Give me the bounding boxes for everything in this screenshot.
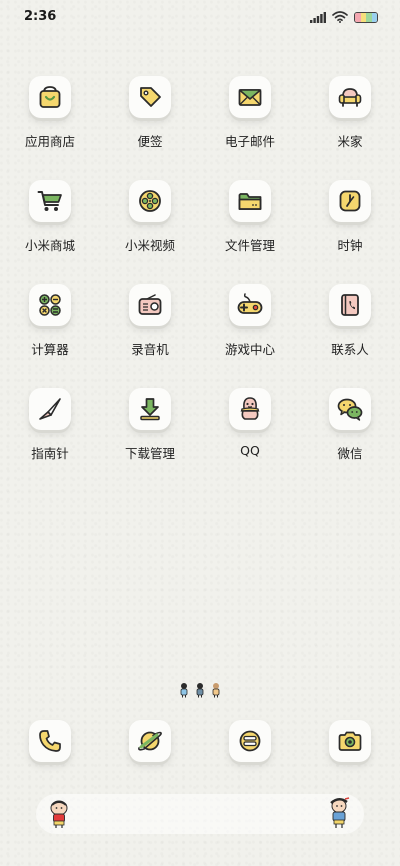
- crayon-shinchan-icon: [50, 800, 68, 828]
- dock-messages[interactable]: [200, 718, 300, 770]
- app-icon-tile: [329, 284, 371, 326]
- app-label: 指南针: [31, 446, 69, 461]
- calculator-icon: [39, 294, 61, 316]
- app-calculator[interactable]: 计算器: [0, 280, 100, 384]
- download-arrow-icon: [140, 398, 160, 421]
- app-label: 小米商城: [24, 238, 75, 253]
- app-label: 下载管理: [124, 446, 175, 461]
- dock-browser[interactable]: [100, 718, 200, 770]
- page-indicator[interactable]: [178, 680, 222, 698]
- app-icon-tile: [129, 180, 171, 222]
- compass-icon: [39, 398, 61, 420]
- shopping-cart-icon: [37, 191, 62, 211]
- app-label: 时钟: [337, 238, 363, 253]
- app-notes[interactable]: 便签: [100, 72, 200, 176]
- app-icon-tile: [29, 76, 71, 118]
- app-label: 文件管理: [224, 238, 275, 253]
- qq-penguin-icon: [240, 397, 260, 420]
- app-row: 应用商店 便签 电子邮件 米家: [0, 72, 400, 176]
- status-time: 2:36: [24, 9, 57, 24]
- app-icon-tile: [329, 388, 371, 430]
- app-mi-video[interactable]: 小米视频: [100, 176, 200, 280]
- app-app-store[interactable]: 应用商店: [0, 72, 100, 176]
- app-mi-home[interactable]: 米家: [300, 72, 400, 176]
- status-icons: [310, 10, 378, 24]
- app-label: QQ: [240, 443, 260, 458]
- dock-phone[interactable]: [0, 718, 100, 770]
- app-qq[interactable]: QQ: [200, 384, 300, 488]
- app-icon-tile: [29, 180, 71, 222]
- app-row: 计算器 录音机 游戏中心 联系人: [0, 280, 400, 384]
- message-icon: [239, 730, 261, 752]
- status-bar: 2:36: [0, 0, 400, 34]
- app-icon-tile: [329, 180, 371, 222]
- app-icon-tile: [129, 720, 171, 762]
- browser-planet-icon: [138, 731, 162, 751]
- app-email[interactable]: 电子邮件: [200, 72, 300, 176]
- crayon-shinchan-icon: [330, 797, 350, 828]
- app-icon-tile: [29, 720, 71, 762]
- clock-icon: [339, 190, 361, 212]
- dock-camera[interactable]: [300, 718, 400, 770]
- app-file-manager[interactable]: 文件管理: [200, 176, 300, 280]
- app-wechat[interactable]: 微信: [300, 384, 400, 488]
- wifi-icon: [332, 11, 348, 23]
- envelope-icon: [238, 89, 262, 106]
- app-mi-store[interactable]: 小米商城: [0, 176, 100, 280]
- search-bar[interactable]: [36, 794, 364, 834]
- app-grid: 应用商店 便签 电子邮件 米家 小米商城 小米视频 文件管理 时钟 计算器 录音…: [0, 72, 400, 488]
- signal-icon: [310, 11, 326, 23]
- app-label: 录音机: [131, 342, 169, 357]
- app-row: 指南针 下载管理 QQ 微信: [0, 384, 400, 488]
- sofa-icon: [338, 88, 362, 107]
- app-label: 联系人: [331, 342, 369, 357]
- app-compass[interactable]: 指南针: [0, 384, 100, 488]
- app-icon-tile: [229, 388, 271, 430]
- app-label: 游戏中心: [224, 342, 275, 357]
- app-icon-tile: [329, 720, 371, 762]
- app-icon-tile: [229, 284, 271, 326]
- app-icon-tile: [229, 180, 271, 222]
- app-game-center[interactable]: 游戏中心: [200, 280, 300, 384]
- contact-book-icon: [341, 294, 359, 316]
- app-icon-tile: [129, 388, 171, 430]
- app-icon-tile: [129, 284, 171, 326]
- app-icon-tile: [129, 76, 171, 118]
- app-label: 电子邮件: [224, 134, 275, 149]
- app-label: 应用商店: [24, 134, 75, 149]
- film-reel-icon: [139, 190, 161, 212]
- battery-icon: [354, 11, 378, 23]
- app-label: 米家: [337, 134, 363, 149]
- dock: [0, 718, 400, 770]
- app-recorder[interactable]: 录音机: [100, 280, 200, 384]
- folder-icon: [238, 193, 262, 210]
- app-icon-tile: [229, 76, 271, 118]
- app-label: 小米视频: [124, 238, 175, 253]
- app-downloads[interactable]: 下载管理: [100, 384, 200, 488]
- page-dot-figure-icon: [180, 683, 188, 698]
- app-icon-tile: [29, 284, 71, 326]
- tag-icon: [140, 87, 161, 107]
- app-contacts[interactable]: 联系人: [300, 280, 400, 384]
- phone-icon: [39, 730, 61, 752]
- wechat-bubbles-icon: [337, 398, 363, 421]
- app-icon-tile: [229, 720, 271, 762]
- app-label: 微信: [337, 446, 363, 461]
- gamepad-icon: [237, 293, 263, 314]
- shopping-bag-icon: [39, 86, 61, 108]
- app-clock[interactable]: 时钟: [300, 176, 400, 280]
- app-row: 小米商城 小米视频 文件管理 时钟: [0, 176, 400, 280]
- app-label: 计算器: [31, 342, 69, 357]
- app-icon-tile: [329, 76, 371, 118]
- app-label: 便签: [137, 134, 163, 149]
- page-dot-figure-icon: [212, 683, 220, 698]
- app-icon-tile: [29, 388, 71, 430]
- camera-icon: [338, 731, 362, 751]
- page-dot-figure-icon: [196, 683, 204, 698]
- radio-icon: [138, 294, 162, 315]
